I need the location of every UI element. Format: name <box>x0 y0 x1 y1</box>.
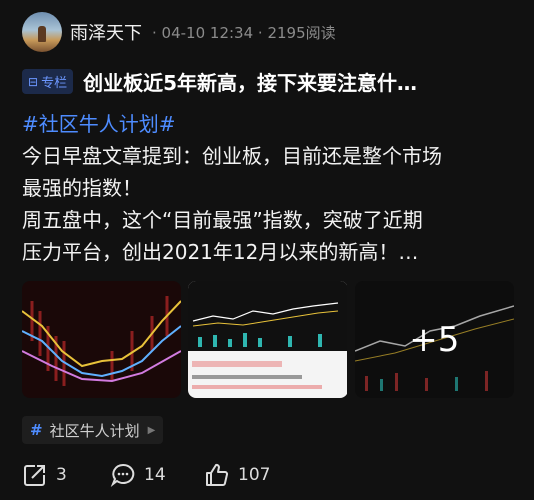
hashtag-icon: # <box>30 421 43 439</box>
post-meta: · 04-10 12:34 · 2195阅读 <box>152 23 336 42</box>
comment-button[interactable]: 14 <box>110 462 204 488</box>
share-icon <box>24 465 45 486</box>
image-gallery: +5 <box>22 281 514 398</box>
column-tag-label: 专栏 <box>41 76 68 91</box>
avatar[interactable] <box>22 12 62 52</box>
body-line: 最强的指数！ <box>22 176 142 200</box>
like-icon <box>206 463 229 486</box>
topic-chip[interactable]: # 社区牛人计划 ▶ <box>22 416 164 444</box>
like-count: 107 <box>238 465 271 485</box>
post-time: 04-10 12:34 <box>161 23 254 42</box>
body-line: 今日早盘文章提到：创业板，目前还是整个市场 <box>22 144 442 168</box>
title-row[interactable]: ⊟ 专栏 创业板近5年新高，接下来要注意什… <box>22 67 522 96</box>
share-count: 3 <box>56 465 67 485</box>
comment-count: 14 <box>144 465 166 485</box>
body-line: 压力平台，创出2021年12月以来的新高！… <box>22 240 419 264</box>
post-body[interactable]: #社区牛人计划# 今日早盘文章提到：创业板，目前还是整个市场 最强的指数！ 周五… <box>22 108 522 268</box>
comment-icon <box>110 463 135 487</box>
column-tag-icon: ⊟ <box>28 74 39 89</box>
share-button[interactable]: 3 <box>22 462 110 488</box>
image-thumbnail[interactable]: +5 <box>354 281 514 398</box>
hashtag-link[interactable]: #社区牛人计划# <box>22 108 522 140</box>
post-header: 雨泽天下 · 04-10 12:34 · 2195阅读 <box>22 12 336 52</box>
post-title[interactable]: 创业板近5年新高，接下来要注意什… <box>83 67 417 96</box>
action-bar: 3 14 107 <box>22 458 522 492</box>
body-line: 周五盘中，这个“目前最强”指数，突破了近期 <box>22 208 423 232</box>
view-count: 2195阅读 <box>267 23 336 42</box>
column-tag: ⊟ 专栏 <box>22 69 74 94</box>
more-images-count[interactable]: +5 <box>354 281 514 398</box>
author-name[interactable]: 雨泽天下 <box>70 19 142 45</box>
like-button[interactable]: 107 <box>204 462 270 488</box>
chevron-right-icon: ▶ <box>147 424 156 436</box>
image-thumbnail[interactable] <box>188 281 348 398</box>
topic-label: 社区牛人计划 <box>49 421 140 440</box>
image-thumbnail[interactable] <box>22 281 181 398</box>
